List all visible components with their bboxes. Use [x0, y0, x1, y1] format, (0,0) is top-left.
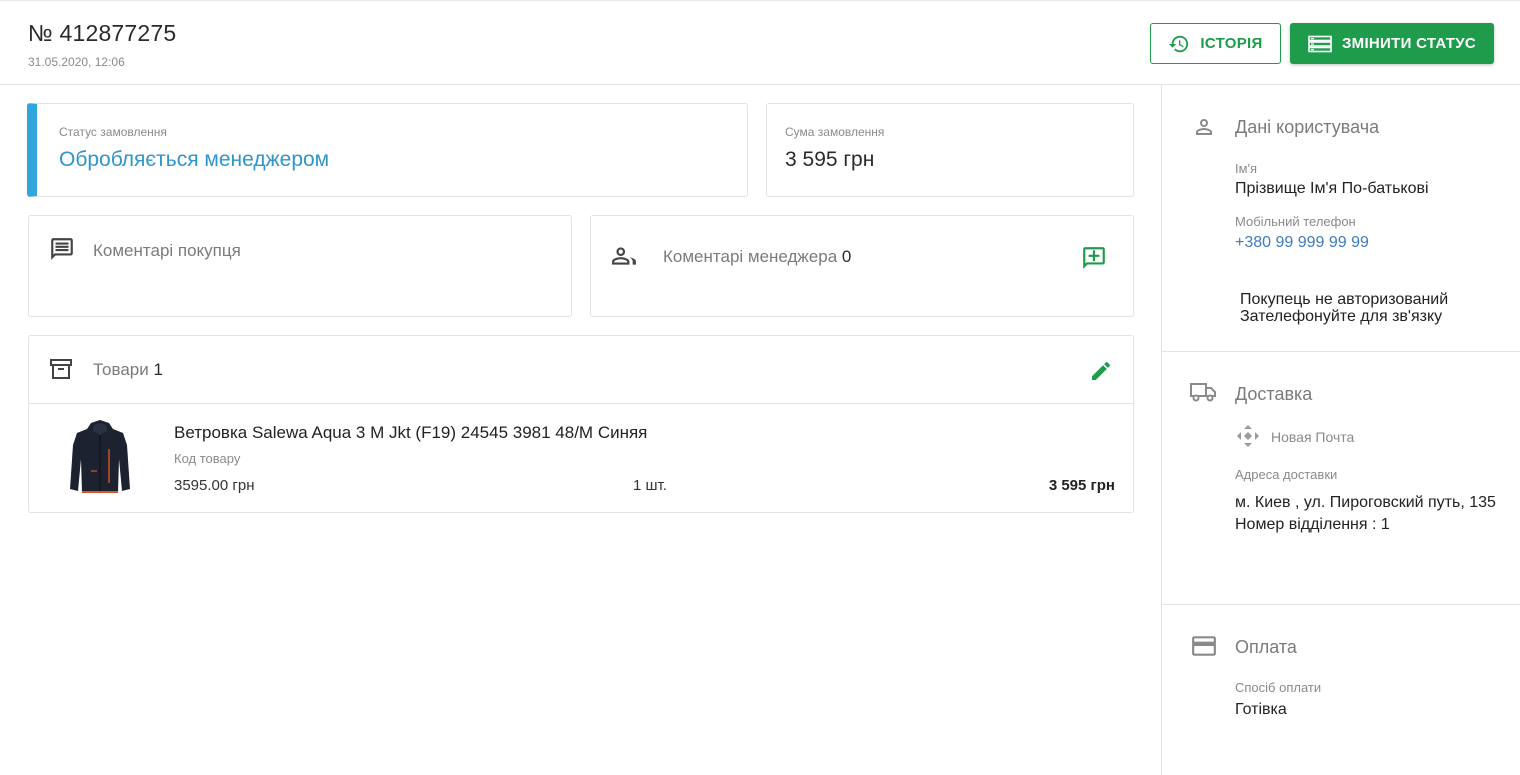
- sum-value: 3 595 грн: [785, 148, 875, 171]
- user-phone-link[interactable]: +380 99 999 99 99: [1235, 234, 1369, 252]
- manager-comments-card: Коментарі менеджера 0: [590, 215, 1134, 317]
- change-status-label: ЗМІНИТИ СТАТУС: [1341, 35, 1477, 52]
- order-header: № 412877275 31.05.2020, 12:06 ІСТОРІЯ ЗМ…: [0, 0, 1520, 85]
- delivery-section-title: Доставка: [1235, 384, 1313, 404]
- goods-title: Товари 1: [93, 360, 163, 380]
- order-status-card: Статус замовлення Обробляється менеджеро…: [27, 103, 748, 197]
- user-section-title: Дані користувача: [1235, 117, 1380, 137]
- order-number: № 412877275: [28, 20, 177, 46]
- people-icon: [612, 247, 636, 265]
- archive-icon: [50, 359, 72, 379]
- payment-method: Готівка: [1235, 701, 1287, 718]
- payment-method-label: Спосіб оплати: [1235, 680, 1322, 695]
- truck-icon: [1190, 383, 1216, 402]
- goods-count: 1: [153, 360, 163, 379]
- user-auth-note-line1: Покупець не авторизований: [1240, 291, 1449, 308]
- delivery-carrier: Новая Почта: [1271, 429, 1355, 445]
- user-phone-label: Мобільний телефон: [1235, 214, 1356, 229]
- history-label: ІСТОРІЯ: [1200, 35, 1263, 52]
- nova-poshta-icon: [1237, 425, 1259, 447]
- product-quantity: 1 шт.: [633, 477, 667, 494]
- product-name[interactable]: Ветровка Salewa Aqua 3 M Jkt (F19) 24545…: [174, 423, 647, 443]
- payment-section-title: Оплата: [1235, 637, 1297, 657]
- product-image: [70, 420, 130, 493]
- list-icon: [1308, 35, 1332, 52]
- status-label: Статус замовлення: [59, 125, 167, 139]
- history-icon: [1169, 35, 1189, 52]
- sidebar-divider: [1162, 604, 1520, 605]
- add-comment-icon[interactable]: [1081, 245, 1107, 271]
- credit-card-icon: [1192, 636, 1216, 656]
- delivery-address-label: Адреса доставки: [1235, 467, 1338, 482]
- manager-comments-label: Коментарі менеджера: [663, 247, 838, 266]
- delivery-address: м. Киев , ул. Пироговский путь, 135: [1235, 494, 1496, 511]
- buyer-comments-title: Коментарі покупця: [93, 241, 241, 260]
- product-code-label: Код товару: [174, 451, 241, 466]
- goods-card: Товари 1 Ветровка Salewa Aqua 3 M Jkt (F…: [28, 335, 1134, 513]
- person-icon: [1196, 119, 1212, 135]
- sidebar-divider: [1162, 351, 1520, 352]
- order-sidebar: Дані користувача Ім'я Прізвище Ім'я По-б…: [1161, 85, 1520, 775]
- pencil-icon[interactable]: [1089, 359, 1113, 383]
- manager-comments-title: Коментарі менеджера 0: [663, 247, 851, 267]
- user-name-label: Ім'я: [1235, 161, 1258, 176]
- comment-icon: [51, 238, 73, 260]
- goods-divider: [29, 403, 1133, 404]
- delivery-branch: Номер відділення : 1: [1235, 516, 1390, 533]
- buyer-comments-card[interactable]: Коментарі покупця: [28, 215, 572, 317]
- product-price: 3595.00 грн: [174, 477, 255, 494]
- history-button[interactable]: ІСТОРІЯ: [1150, 23, 1281, 64]
- goods-label: Товари: [93, 360, 149, 379]
- product-total: 3 595 грн: [1048, 477, 1115, 494]
- order-date: 31.05.2020, 12:06: [28, 55, 125, 69]
- order-sum-card: Сума замовлення 3 595 грн: [766, 103, 1134, 197]
- manager-comments-count: 0: [841, 247, 852, 266]
- sum-label: Сума замовлення: [785, 125, 885, 139]
- status-value: Обробляється менеджером: [59, 148, 330, 171]
- user-name: Прізвище Ім'я По-батькові: [1235, 180, 1429, 197]
- change-status-button[interactable]: ЗМІНИТИ СТАТУС: [1290, 23, 1494, 64]
- user-auth-note-line2: Зателефонуйте для зв'язку: [1240, 308, 1443, 325]
